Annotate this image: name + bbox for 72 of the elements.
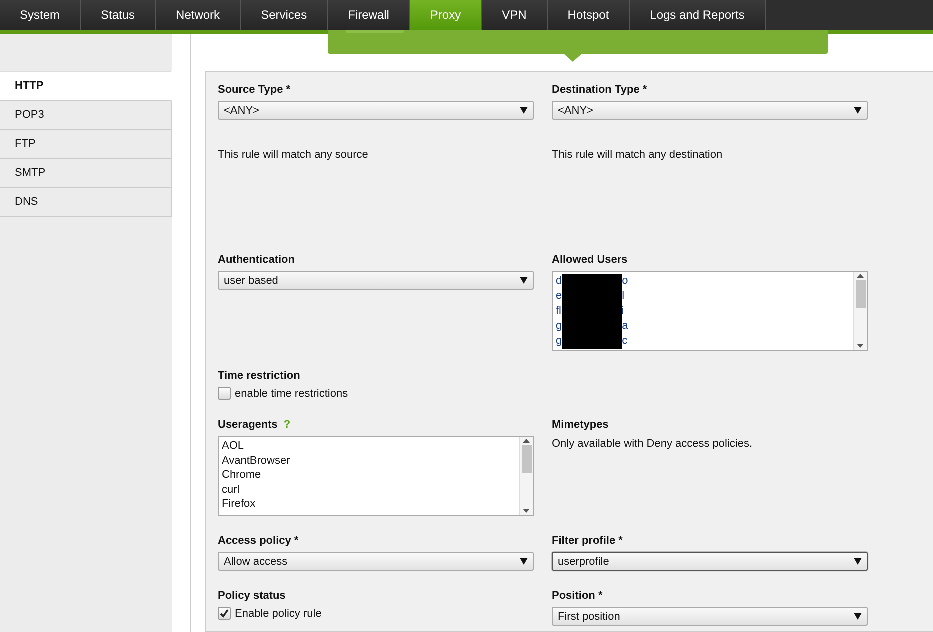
- nav-tab[interactable]: Firewall: [328, 0, 410, 30]
- nav-tab[interactable]: Logs and Reports: [630, 0, 766, 30]
- rule-description: This rule will match any destination: [552, 149, 724, 161]
- dropdown-select[interactable]: <ANY>: [218, 101, 534, 120]
- nav-tab[interactable]: Services: [241, 0, 328, 30]
- list-option[interactable]: c: [622, 334, 628, 349]
- checkbox[interactable]: [218, 387, 231, 400]
- field-label: Mimetypes: [552, 419, 609, 432]
- field-label: Position *: [552, 590, 603, 603]
- select-value: user based: [224, 274, 278, 286]
- dropdown-arrow-icon: [520, 558, 528, 565]
- sidebar-item[interactable]: POP3: [0, 101, 172, 130]
- dropdown-select[interactable]: userprofile: [552, 552, 868, 571]
- list-option[interactable]: fl: [556, 304, 562, 319]
- nav-tab[interactable]: Network: [156, 0, 242, 30]
- field-label: Source Type *: [218, 84, 291, 97]
- nav-tab[interactable]: System: [0, 0, 82, 30]
- field-label: Useragents: [218, 419, 278, 432]
- scrollbar[interactable]: [519, 437, 533, 515]
- list-option[interactable]: Firefox: [222, 497, 256, 512]
- list-option[interactable]: curl: [222, 482, 240, 497]
- select-value: <ANY>: [224, 104, 260, 116]
- field-label: Policy status: [218, 590, 286, 603]
- select-value: Allow access: [224, 556, 288, 568]
- list-option[interactable]: i: [622, 304, 624, 319]
- select-value: <ANY>: [558, 104, 594, 116]
- list-option[interactable]: AvantBrowser: [222, 454, 290, 468]
- list-option[interactable]: d: [556, 274, 562, 289]
- field-label: Access policy *: [218, 535, 299, 548]
- dropdown-select[interactable]: Allow access: [218, 552, 534, 571]
- scroll-up-arrow-icon[interactable]: [523, 439, 530, 443]
- dropdown-select[interactable]: user based: [218, 271, 534, 290]
- list-option[interactable]: Chrome: [222, 468, 262, 482]
- rule-description: This rule will match any source: [218, 149, 370, 161]
- dropdown-select[interactable]: First position: [552, 607, 868, 626]
- dropdown-arrow-icon: [854, 107, 862, 114]
- nav-tab[interactable]: VPN: [482, 0, 548, 30]
- list-option[interactable]: l: [622, 289, 625, 304]
- list-option[interactable]: g: [556, 334, 562, 349]
- scroll-down-arrow-icon[interactable]: [857, 344, 864, 348]
- list-box[interactable]: d o e l fl i g a g c: [552, 271, 868, 351]
- dropdown-arrow-icon: [520, 277, 528, 284]
- list-option[interactable]: o: [622, 274, 628, 289]
- dropdown-arrow-icon: [520, 107, 528, 114]
- scroll-up-arrow-icon[interactable]: [857, 274, 864, 278]
- list-option[interactable]: AOL: [222, 439, 244, 454]
- field-label: Authentication: [218, 254, 295, 267]
- field-label: Filter profile *: [552, 535, 623, 548]
- info-text: Only available with Deny access policies.: [552, 438, 754, 450]
- list-option[interactable]: g: [556, 319, 562, 334]
- select-value: userprofile: [558, 556, 610, 568]
- dropdown-arrow-icon: [854, 558, 862, 565]
- dropdown-select[interactable]: <ANY>: [552, 101, 868, 120]
- field-label: Destination Type *: [552, 84, 648, 97]
- list-option[interactable]: a: [622, 319, 628, 334]
- checkbox-label[interactable]: enable time restrictions: [235, 388, 348, 400]
- nav-tab[interactable]: Hotspot: [548, 0, 630, 30]
- scroll-down-arrow-icon[interactable]: [523, 509, 530, 513]
- dropdown-arrow-icon: [854, 613, 862, 620]
- checkbox[interactable]: [218, 607, 231, 620]
- field-label: Allowed Users: [552, 254, 628, 267]
- checkbox-label[interactable]: Enable policy rule: [235, 608, 322, 620]
- sidebar-item[interactable]: FTP: [0, 130, 172, 159]
- list-box[interactable]: AOL AvantBrowser Chrome curl Firefox: [218, 436, 534, 516]
- sidebar-item[interactable]: HTTP: [0, 71, 172, 101]
- sidebar-item[interactable]: SMTP: [0, 159, 172, 188]
- field-label: Time restriction: [218, 370, 300, 383]
- list-option[interactable]: e: [556, 289, 562, 304]
- sidebar-item[interactable]: DNS: [0, 188, 172, 217]
- select-value: First position: [558, 610, 620, 622]
- nav-tab[interactable]: Status: [81, 0, 156, 30]
- scrollbar[interactable]: [853, 272, 867, 350]
